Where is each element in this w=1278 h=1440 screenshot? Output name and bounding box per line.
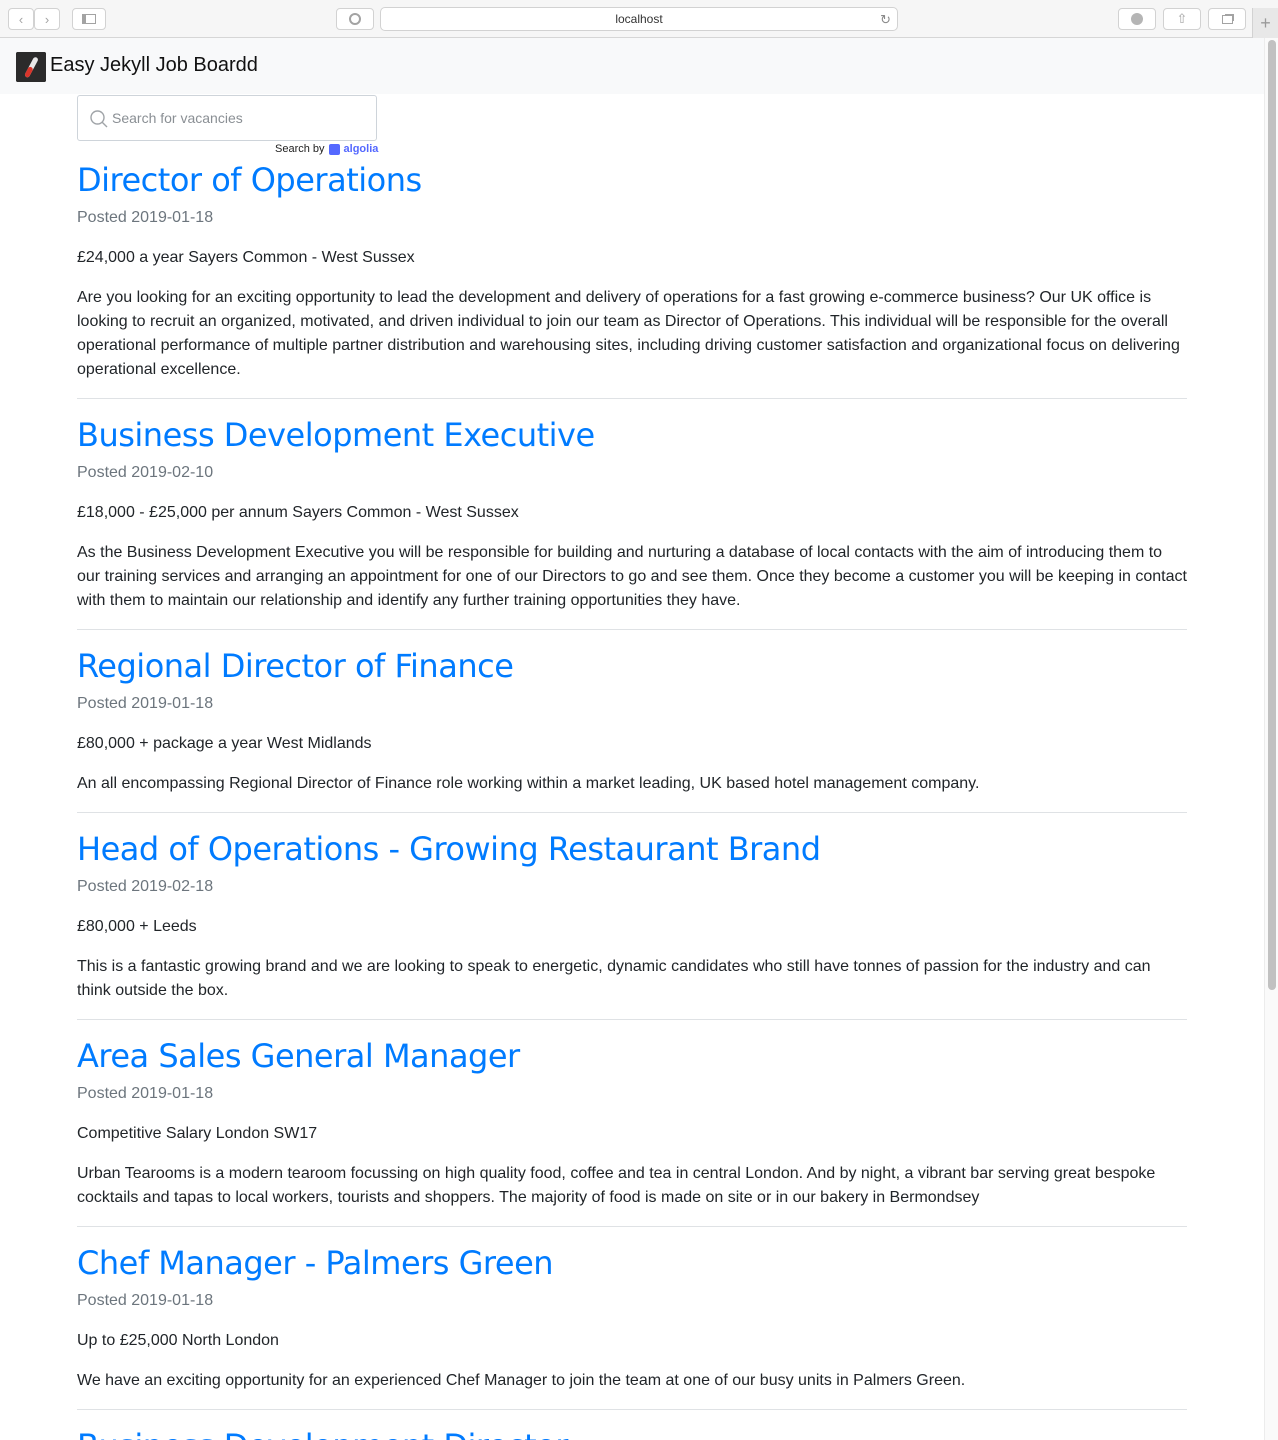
forward-button[interactable]: › bbox=[34, 8, 60, 30]
plus-icon: + bbox=[1260, 12, 1271, 33]
search-icon bbox=[90, 110, 108, 128]
brand-name[interactable]: Easy Jekyll Job Boardd bbox=[50, 54, 258, 77]
job-posted-date: Posted 2019-02-10 bbox=[77, 464, 214, 481]
search-box bbox=[77, 95, 377, 141]
share-button[interactable]: ⇧ bbox=[1163, 8, 1201, 30]
job-salary-location: £80,000 + Leeds bbox=[77, 918, 197, 935]
job-description: Are you looking for an exciting opportun… bbox=[77, 289, 1180, 378]
job-description: We have an exciting opportunity for an e… bbox=[77, 1372, 966, 1389]
job-title-link[interactable]: Regional Director of Finance bbox=[77, 647, 1187, 685]
job-listing: Director of Operations Posted 2019-01-18… bbox=[77, 161, 1187, 378]
scrollbar-thumb[interactable] bbox=[1268, 40, 1276, 990]
job-description: As the Business Development Executive yo… bbox=[77, 544, 1187, 609]
job-divider bbox=[77, 629, 1187, 630]
job-listing: Head of Operations - Growing Restaurant … bbox=[77, 830, 1187, 999]
url-text: localhost bbox=[615, 12, 663, 26]
job-posted-date: Posted 2019-01-18 bbox=[77, 1292, 214, 1309]
new-tab-button[interactable]: + bbox=[1252, 8, 1278, 38]
chevron-left-icon: ‹ bbox=[18, 11, 24, 27]
reload-icon[interactable]: ↻ bbox=[880, 12, 891, 28]
job-listing: Business Development Director bbox=[77, 1427, 1187, 1440]
job-posted-date: Posted 2019-02-18 bbox=[77, 878, 214, 895]
job-salary-location: Up to £25,000 North London bbox=[77, 1332, 279, 1349]
job-listing: Chef Manager - Palmers Green Posted 2019… bbox=[77, 1244, 1187, 1389]
back-button[interactable]: ‹ bbox=[8, 8, 34, 30]
job-description: An all encompassing Regional Director of… bbox=[77, 775, 980, 792]
job-listing: Business Development Executive Posted 20… bbox=[77, 416, 1187, 609]
tabs-overview-button[interactable] bbox=[1208, 8, 1246, 30]
job-divider bbox=[77, 1019, 1187, 1020]
job-posted-date: Posted 2019-01-18 bbox=[77, 209, 214, 226]
job-divider bbox=[77, 1226, 1187, 1227]
test-tube-icon bbox=[16, 52, 46, 82]
job-title-link[interactable]: Director of Operations bbox=[77, 161, 1187, 199]
tabs-icon bbox=[1221, 14, 1233, 24]
share-icon: ⇧ bbox=[1176, 11, 1188, 26]
site-navbar: Easy Jekyll Job Boardd bbox=[0, 38, 1264, 94]
job-divider bbox=[77, 398, 1187, 399]
job-description: This is a fantastic growing brand and we… bbox=[77, 958, 1151, 999]
algolia-wordmark: algolia bbox=[343, 143, 379, 155]
job-title-link[interactable]: Chef Manager - Palmers Green bbox=[77, 1244, 1187, 1282]
chevron-right-icon: › bbox=[44, 11, 50, 27]
search-input[interactable] bbox=[112, 96, 372, 140]
download-icon bbox=[1131, 13, 1143, 25]
sidebar-icon bbox=[82, 14, 96, 24]
job-salary-location: Competitive Salary London SW17 bbox=[77, 1125, 318, 1142]
job-listing: Area Sales General Manager Posted 2019-0… bbox=[77, 1037, 1187, 1206]
brand-logo[interactable] bbox=[16, 52, 46, 82]
browser-toolbar: ‹ › localhost ↻ ⇧ + bbox=[0, 0, 1278, 38]
job-title-link[interactable]: Head of Operations - Growing Restaurant … bbox=[77, 830, 1187, 868]
job-title-link[interactable]: Area Sales General Manager bbox=[77, 1037, 1187, 1075]
algolia-logo-icon bbox=[328, 143, 340, 155]
extension-icon bbox=[349, 13, 361, 25]
job-divider bbox=[77, 1409, 1187, 1410]
extension-button[interactable] bbox=[336, 8, 374, 30]
page-scrollbar[interactable] bbox=[1264, 38, 1278, 1440]
job-divider bbox=[77, 812, 1187, 813]
sidebar-button[interactable] bbox=[72, 8, 106, 30]
job-posted-date: Posted 2019-01-18 bbox=[77, 1085, 214, 1102]
job-description: Urban Tearooms is a modern tearoom focus… bbox=[77, 1165, 1156, 1206]
job-salary-location: £18,000 - £25,000 per annum Sayers Commo… bbox=[77, 504, 519, 521]
job-salary-location: £80,000 + package a year West Midlands bbox=[77, 735, 372, 752]
job-listing: Regional Director of Finance Posted 2019… bbox=[77, 647, 1187, 792]
search-attribution[interactable]: Search by algolia bbox=[275, 143, 378, 155]
downloads-button[interactable] bbox=[1118, 8, 1156, 30]
job-title-link[interactable]: Business Development Director bbox=[77, 1427, 1187, 1440]
search-by-label: Search by bbox=[275, 143, 325, 155]
job-title-link[interactable]: Business Development Executive bbox=[77, 416, 1187, 454]
job-salary-location: £24,000 a year Sayers Common - West Suss… bbox=[77, 249, 415, 266]
address-bar[interactable]: localhost ↻ bbox=[380, 7, 898, 31]
job-posted-date: Posted 2019-01-18 bbox=[77, 695, 214, 712]
